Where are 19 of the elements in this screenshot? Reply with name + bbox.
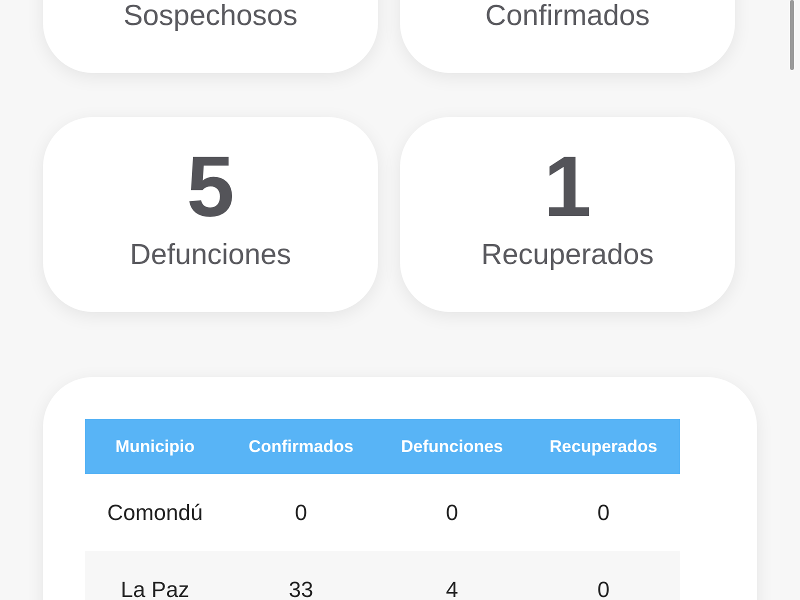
stat-label: Confirmados (485, 0, 650, 33)
column-header: Recuperados (527, 419, 680, 474)
table-cell: 33 (225, 551, 377, 600)
column-header: Confirmados (225, 419, 377, 474)
stat-value: 5 (186, 144, 234, 230)
stat-label: Recuperados (481, 238, 654, 272)
stat-value: 1 (544, 144, 592, 230)
scrollbar[interactable] (790, 0, 794, 70)
table-cell: La Paz (85, 551, 225, 600)
stat-label: Defunciones (130, 238, 292, 272)
table-cell: 0 (527, 551, 680, 600)
column-header: Defunciones (377, 419, 527, 474)
table-cell: Comondú (85, 474, 225, 551)
column-header: Municipio (85, 419, 225, 474)
table-cell: 0 (377, 474, 527, 551)
stat-label: Sospechosos (123, 0, 298, 33)
table-cell: 0 (225, 474, 377, 551)
table-cell: 0 (527, 474, 680, 551)
table-cell: 4 (377, 551, 527, 600)
